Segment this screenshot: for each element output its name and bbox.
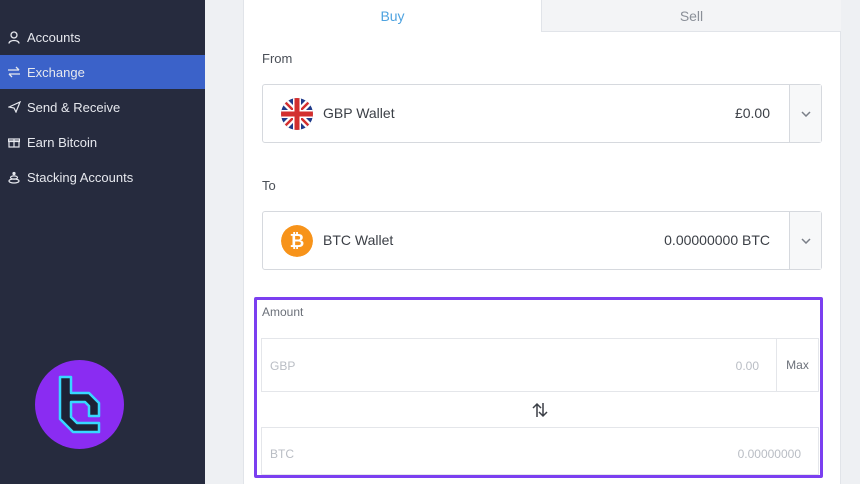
- sidebar-item-earn-bitcoin[interactable]: Earn Bitcoin: [0, 125, 205, 159]
- chevron-down-icon: [800, 237, 811, 244]
- gift-icon: [7, 135, 21, 149]
- to-wallet-select[interactable]: ₿ BTC Wallet 0.00000000 BTC: [262, 211, 822, 270]
- from-label: From: [262, 51, 293, 66]
- tab-buy[interactable]: Buy: [244, 0, 541, 31]
- person-icon: [7, 30, 21, 44]
- exchange-icon: [7, 65, 21, 79]
- from-dropdown-toggle[interactable]: [789, 85, 821, 142]
- bitcoin-icon: ₿: [281, 225, 313, 257]
- to-label: To: [262, 178, 276, 193]
- from-wallet-select[interactable]: GBP Wallet £0.00: [262, 84, 822, 143]
- uk-flag-icon: [281, 98, 313, 130]
- sidebar-item-send-receive[interactable]: Send & Receive: [0, 90, 205, 124]
- sidebar-item-accounts[interactable]: Accounts: [0, 20, 205, 54]
- coins-stack-icon: [7, 170, 21, 184]
- sidebar: Accounts Exchange Send & Receive Earn Bi…: [0, 0, 205, 484]
- sidebar-item-label: Send & Receive: [27, 99, 121, 115]
- sidebar-item-label: Accounts: [27, 29, 81, 45]
- from-wallet-name: GBP Wallet: [323, 105, 395, 121]
- sidebar-item-label: Earn Bitcoin: [27, 134, 98, 150]
- brand-logo: [35, 360, 124, 449]
- sidebar-item-label: Stacking Accounts: [27, 169, 134, 185]
- sidebar-item-label: Exchange: [27, 64, 85, 80]
- sidebar-item-stacking-accounts[interactable]: Stacking Accounts: [0, 160, 205, 194]
- to-wallet-balance: 0.00000000 BTC: [664, 232, 770, 248]
- to-wallet-name: BTC Wallet: [323, 232, 394, 248]
- chevron-down-icon: [800, 110, 811, 117]
- tab-sell[interactable]: Sell: [541, 0, 841, 32]
- sidebar-item-exchange[interactable]: Exchange: [0, 55, 205, 89]
- to-dropdown-toggle[interactable]: [789, 212, 821, 269]
- from-wallet-balance: £0.00: [734, 105, 770, 121]
- amount-highlight-box: [254, 297, 823, 478]
- paper-plane-icon: [7, 100, 21, 114]
- svg-text:₿: ₿: [290, 231, 305, 251]
